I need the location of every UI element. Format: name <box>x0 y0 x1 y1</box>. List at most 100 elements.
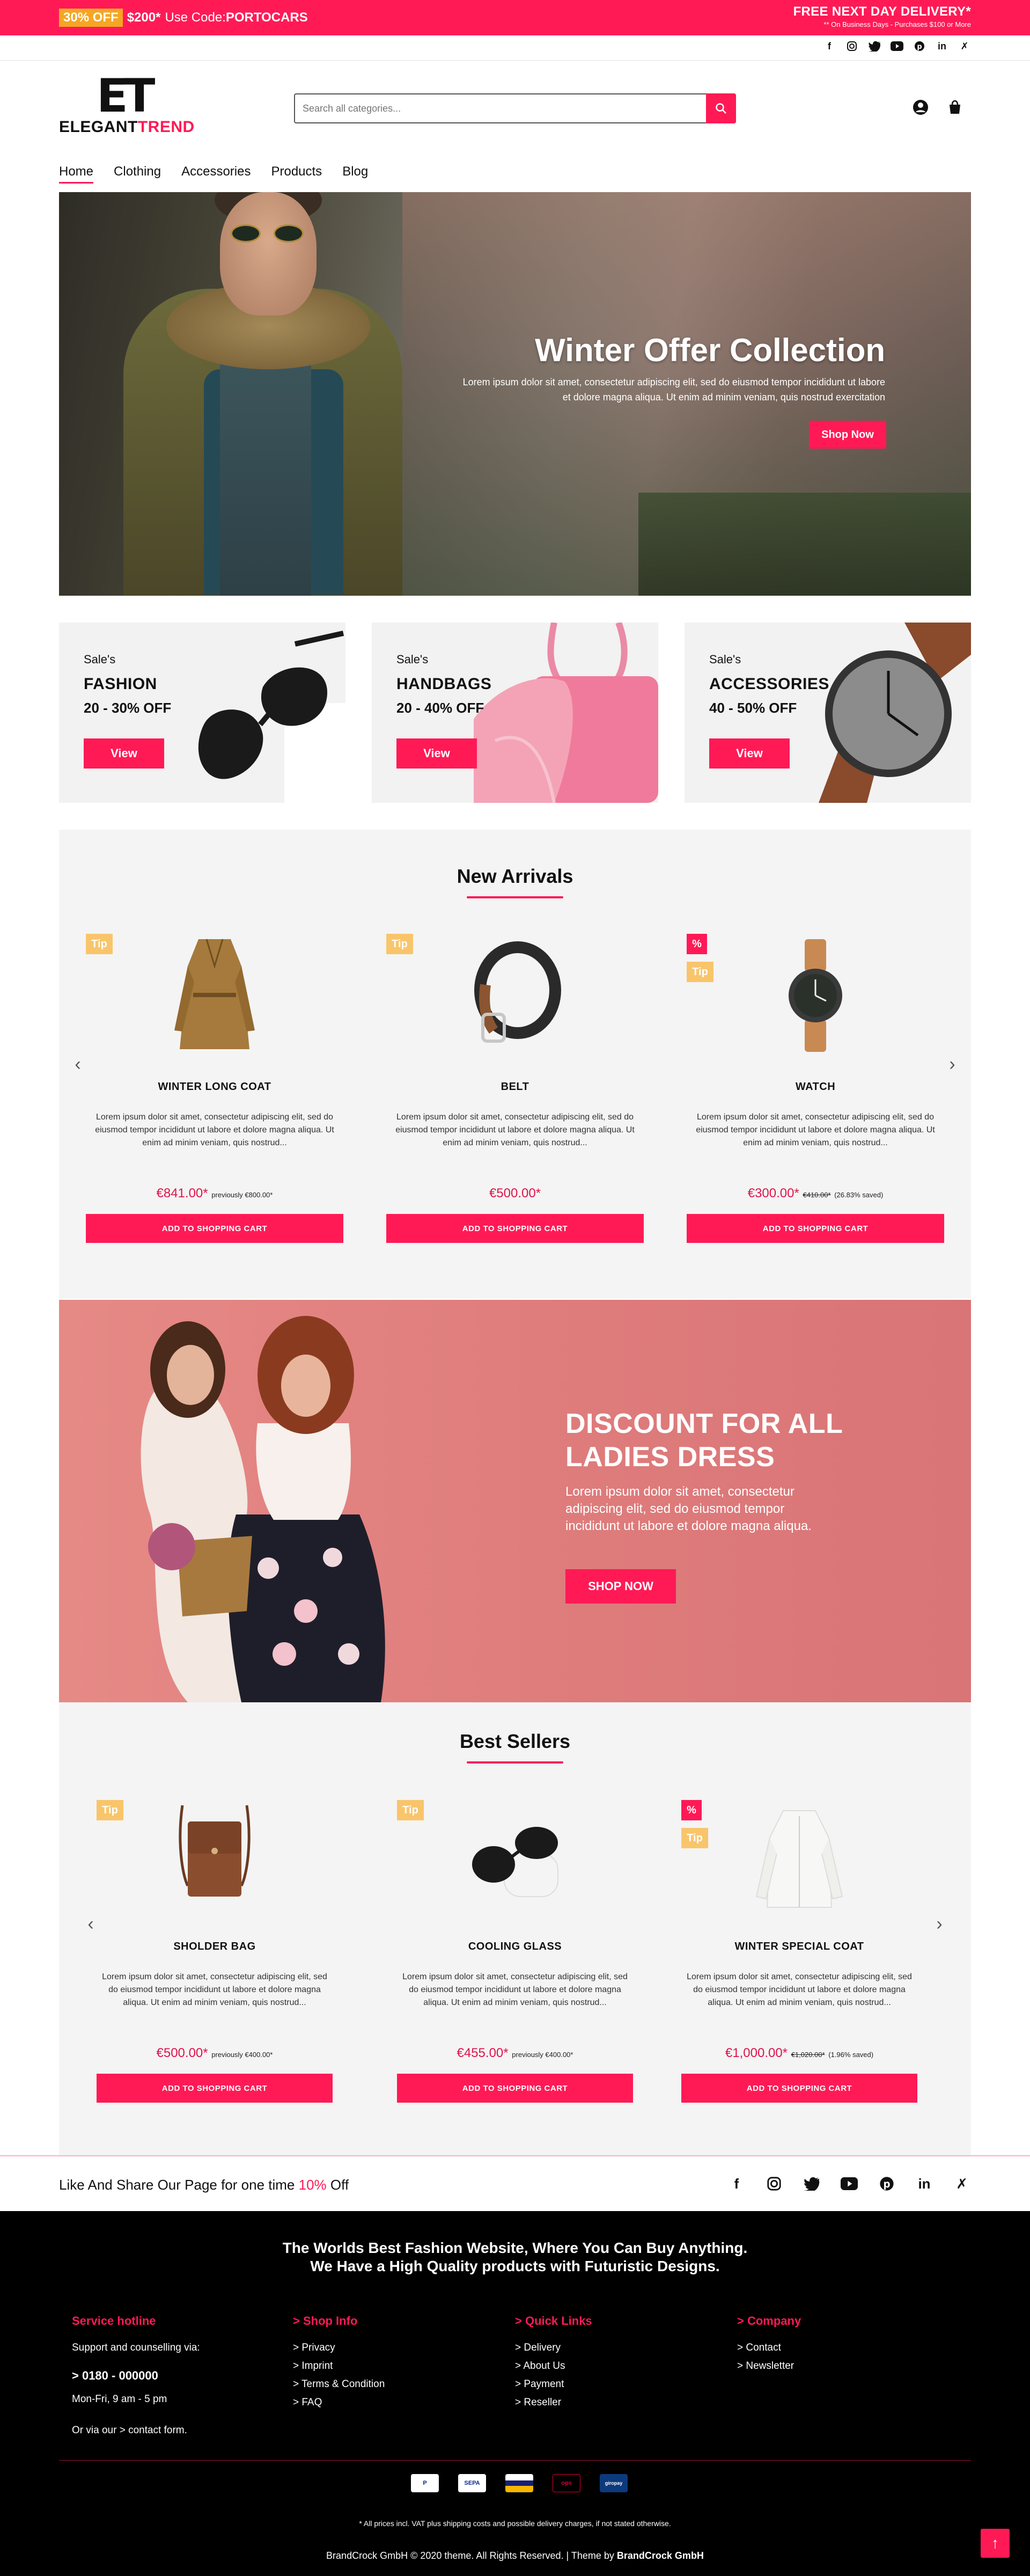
discount-shop-now-button[interactable]: SHOP NOW <box>565 1569 676 1604</box>
category-discount: 20 - 40% OFF <box>396 700 484 716</box>
svg-text:p: p <box>917 43 922 51</box>
linkedin-icon[interactable]: in <box>936 40 948 53</box>
add-to-cart-button[interactable]: ADD TO SHOPPING CART <box>386 1214 644 1243</box>
nav-blog[interactable]: Blog <box>342 164 368 184</box>
footer-quick-links-column: > Quick Links > Delivery > About Us > Pa… <box>515 2314 708 2412</box>
footer-link[interactable]: > FAQ <box>293 2394 486 2412</box>
discount-badge: 30% OFF <box>59 9 123 27</box>
site-logo[interactable]: ET ELEGANTTREND <box>59 73 204 137</box>
chevron-right-icon[interactable]: › <box>931 1914 947 1934</box>
svg-text:p: p <box>883 2179 890 2190</box>
category-discount: 40 - 50% OFF <box>709 700 797 716</box>
category-card-accessories[interactable]: Sale's ACCESSORIES 40 - 50% OFF View <box>685 623 971 803</box>
footer-tagline: The Worlds Best Fashion Website, Where Y… <box>0 2239 1030 2275</box>
category-card-handbags[interactable]: Sale's HANDBAGS 20 - 40% OFF View <box>372 623 658 803</box>
product-card[interactable]: % Tip WATCH Lorem ipsum dolor sit amet, … <box>687 934 944 1243</box>
nav-accessories[interactable]: Accessories <box>181 164 251 184</box>
category-view-button[interactable]: View <box>709 738 790 769</box>
twitter-icon[interactable] <box>803 2175 821 2193</box>
chevron-right-icon[interactable]: › <box>944 1054 960 1074</box>
footer-link[interactable]: > Contact <box>737 2339 930 2357</box>
product-card[interactable]: Tip COOLING GLASS Lorem ipsum dolor sit … <box>397 1800 633 2103</box>
hero-model-face <box>220 192 317 316</box>
price-current: €841.00* <box>156 1186 208 1201</box>
category-view-button[interactable]: View <box>84 738 164 769</box>
youtube-icon[interactable] <box>891 40 903 53</box>
back-to-top-button[interactable]: ↑ <box>981 2529 1010 2558</box>
footer-link[interactable]: > About Us <box>515 2357 708 2375</box>
footer-link[interactable]: > Imprint <box>293 2357 486 2375</box>
logo-wordmark: ELEGANTTREND <box>59 118 195 136</box>
footer-price-note: * All prices incl. VAT plus shipping cos… <box>359 2519 671 2528</box>
discount-title-line2: LADIES DRESS <box>565 1441 775 1473</box>
pinterest-icon[interactable]: p <box>913 40 926 53</box>
category-name: HANDBAGS <box>396 675 492 693</box>
price-saved: (1.96% saved) <box>828 2051 874 2059</box>
price-current: €500.00* <box>489 1186 541 1201</box>
category-discount: 20 - 30% OFF <box>84 700 172 716</box>
footer-column-heading: > Quick Links <box>515 2314 592 2328</box>
models-image <box>141 1316 385 1702</box>
twitter-icon[interactable] <box>868 40 881 53</box>
footer-column-heading: > Shop Info <box>293 2314 358 2328</box>
footer-hours: Mon-Fri, 9 am - 5 pm <box>72 2394 167 2405</box>
add-to-cart-button[interactable]: ADD TO SHOPPING CART <box>397 2074 633 2103</box>
chevron-left-icon[interactable]: ‹ <box>70 1054 86 1074</box>
product-card[interactable]: Tip WINTER LONG COAT Lorem ipsum dolor s… <box>86 934 343 1243</box>
search-input[interactable] <box>303 102 700 115</box>
top-social-icons: f p in ✗ <box>823 40 971 53</box>
cart-icon[interactable] <box>946 99 963 116</box>
linkedin-icon[interactable]: in <box>915 2175 933 2193</box>
footer-contact-form-link[interactable]: Or via our > contact form. <box>72 2421 265 2440</box>
tip-badge: Tip <box>386 934 413 954</box>
product-card[interactable]: Tip SHOLDER BAG Lorem ipsum dolor sit am… <box>97 1800 333 2103</box>
category-sale-label: Sale's <box>396 653 429 666</box>
instagram-icon[interactable] <box>765 2175 783 2193</box>
product-price: €1,000.00* €1,020.00* (1.96% saved) <box>681 2046 917 2061</box>
add-to-cart-button[interactable]: ADD TO SHOPPING CART <box>687 1214 944 1243</box>
product-card[interactable]: Tip BELT Lorem ipsum dolor sit amet, con… <box>386 934 644 1243</box>
nav-home[interactable]: Home <box>59 164 94 184</box>
nav-clothing[interactable]: Clothing <box>114 164 161 184</box>
add-to-cart-button[interactable]: ADD TO SHOPPING CART <box>86 1214 343 1243</box>
tip-badge: Tip <box>681 1828 708 1848</box>
youtube-icon[interactable] <box>840 2175 858 2193</box>
product-description: Lorem ipsum dolor sit amet, consectetur … <box>687 1972 912 2007</box>
footer-link[interactable]: > Newsletter <box>737 2357 930 2375</box>
product-name: SHOLDER BAG <box>173 1941 256 1952</box>
footer-phone[interactable]: > 0180 - 000000 <box>72 2367 265 2385</box>
facebook-icon[interactable]: f <box>727 2175 746 2193</box>
nav-products[interactable]: Products <box>271 164 322 184</box>
hero-hedge <box>638 493 971 596</box>
category-name: FASHION <box>84 675 157 693</box>
footer-link[interactable]: > Privacy <box>293 2339 486 2357</box>
facebook-icon[interactable]: f <box>823 40 836 53</box>
product-card[interactable]: % Tip WINTER SPECIAL COAT Lorem ipsum do… <box>681 1800 917 2103</box>
footer-link[interactable]: > Delivery <box>515 2339 708 2357</box>
logo-mark: ET <box>97 69 155 123</box>
price-old: €410.00* <box>803 1191 831 1199</box>
pinterest-icon[interactable]: p <box>878 2175 896 2193</box>
footer-link[interactable]: > Reseller <box>515 2394 708 2412</box>
add-to-cart-button[interactable]: ADD TO SHOPPING CART <box>97 2074 333 2103</box>
instagram-icon[interactable] <box>845 40 858 53</box>
delivery-title: FREE NEXT DAY DELIVERY* <box>793 4 971 19</box>
x-icon[interactable]: ✗ <box>953 2175 971 2193</box>
copyright-brand[interactable]: BrandCrock GmbH <box>617 2550 704 2561</box>
category-card-fashion[interactable]: Sale's FASHION 20 - 30% OFF View <box>59 623 345 803</box>
section-title-underline <box>467 896 563 898</box>
category-view-button[interactable]: View <box>396 738 477 769</box>
header-divider <box>0 60 1030 61</box>
footer-link[interactable]: > Terms & Condition <box>293 2375 486 2394</box>
hero-shop-now-button[interactable]: Shop Now <box>809 421 886 449</box>
search-button[interactable] <box>706 93 736 123</box>
footer-link[interactable]: > Payment <box>515 2375 708 2394</box>
add-to-cart-button[interactable]: ADD TO SHOPPING CART <box>681 2074 917 2103</box>
share-text-after: Off <box>330 2177 349 2193</box>
product-name: BELT <box>501 1081 529 1093</box>
footer-tagline-1: The Worlds Best Fashion Website, Where Y… <box>282 2240 748 2256</box>
footer-column-heading: > Company <box>737 2314 801 2328</box>
x-icon[interactable]: ✗ <box>958 40 971 53</box>
account-icon[interactable] <box>912 99 929 116</box>
promo-code: PORTOCARS <box>225 10 308 25</box>
